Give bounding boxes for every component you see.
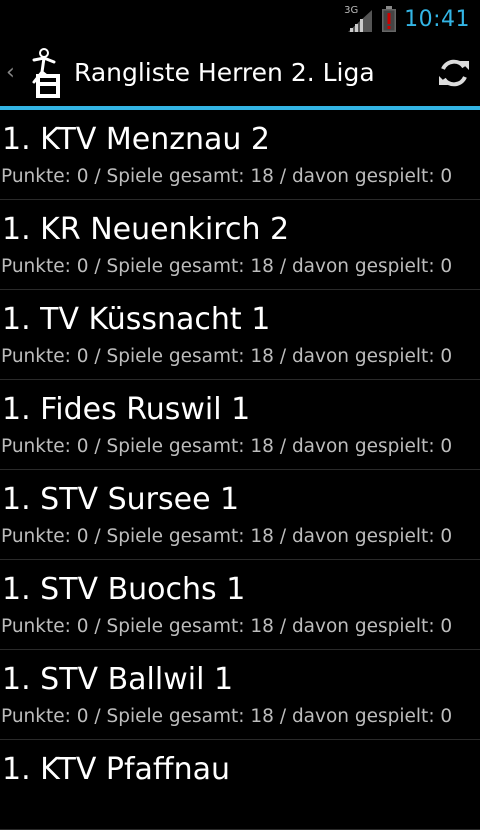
list-item[interactable]: 1. KTV Pfaffnau [0, 740, 480, 830]
status-bar: 3G 10:41 [0, 0, 480, 38]
team-details: Punkte: 0 / Spiele gesamt: 18 / davon ge… [1, 346, 453, 367]
battery-alert-icon [382, 6, 397, 32]
team-details: Punkte: 0 / Spiele gesamt: 18 / davon ge… [1, 436, 453, 457]
list-item[interactable]: 1. Fides Ruswil 1 Punkte: 0 / Spiele ges… [0, 380, 480, 470]
page-title: Rangliste Herren 2. Liga [74, 58, 375, 87]
team-name: 1. KTV Pfaffnau [2, 752, 231, 787]
team-name: 1. KTV Menznau 2 [2, 122, 271, 157]
status-icons: 3G 10:41 [344, 4, 470, 34]
list-item[interactable]: 1. KR Neuenkirch 2 Punkte: 0 / Spiele ge… [0, 200, 480, 290]
refresh-icon[interactable] [436, 55, 472, 91]
up-caret-icon[interactable]: ‹ [6, 62, 15, 84]
list-item[interactable]: 1. TV Küssnacht 1 Punkte: 0 / Spiele ges… [0, 290, 480, 380]
signal-icon: 3G [344, 5, 374, 32]
team-name: 1. TV Küssnacht 1 [2, 302, 271, 337]
team-details: Punkte: 0 / Spiele gesamt: 18 / davon ge… [1, 166, 453, 187]
team-name: 1. STV Buochs 1 [2, 572, 246, 607]
team-details: Punkte: 0 / Spiele gesamt: 18 / davon ge… [1, 256, 453, 277]
team-details: Punkte: 0 / Spiele gesamt: 18 / davon ge… [1, 706, 453, 727]
list-item[interactable]: 1. STV Ballwil 1 Punkte: 0 / Spiele gesa… [0, 650, 480, 740]
ranking-list: 1. KTV Menznau 2 Punkte: 0 / Spiele gesa… [0, 110, 480, 830]
team-name: 1. KR Neuenkirch 2 [2, 212, 290, 247]
team-name: 1. STV Sursee 1 [2, 482, 240, 517]
action-bar: ‹ Rangliste Herren 2. Liga [0, 38, 480, 108]
clock: 10:41 [404, 6, 470, 32]
team-name: 1. Fides Ruswil 1 [2, 392, 251, 427]
app-logo-icon[interactable] [24, 46, 64, 100]
team-details: Punkte: 0 / Spiele gesamt: 18 / davon ge… [1, 616, 453, 637]
list-item[interactable]: 1. STV Buochs 1 Punkte: 0 / Spiele gesam… [0, 560, 480, 650]
list-item[interactable]: 1. STV Sursee 1 Punkte: 0 / Spiele gesam… [0, 470, 480, 560]
list-item[interactable]: 1. KTV Menznau 2 Punkte: 0 / Spiele gesa… [0, 110, 480, 200]
team-name: 1. STV Ballwil 1 [2, 662, 234, 697]
team-details: Punkte: 0 / Spiele gesamt: 18 / davon ge… [1, 526, 453, 547]
